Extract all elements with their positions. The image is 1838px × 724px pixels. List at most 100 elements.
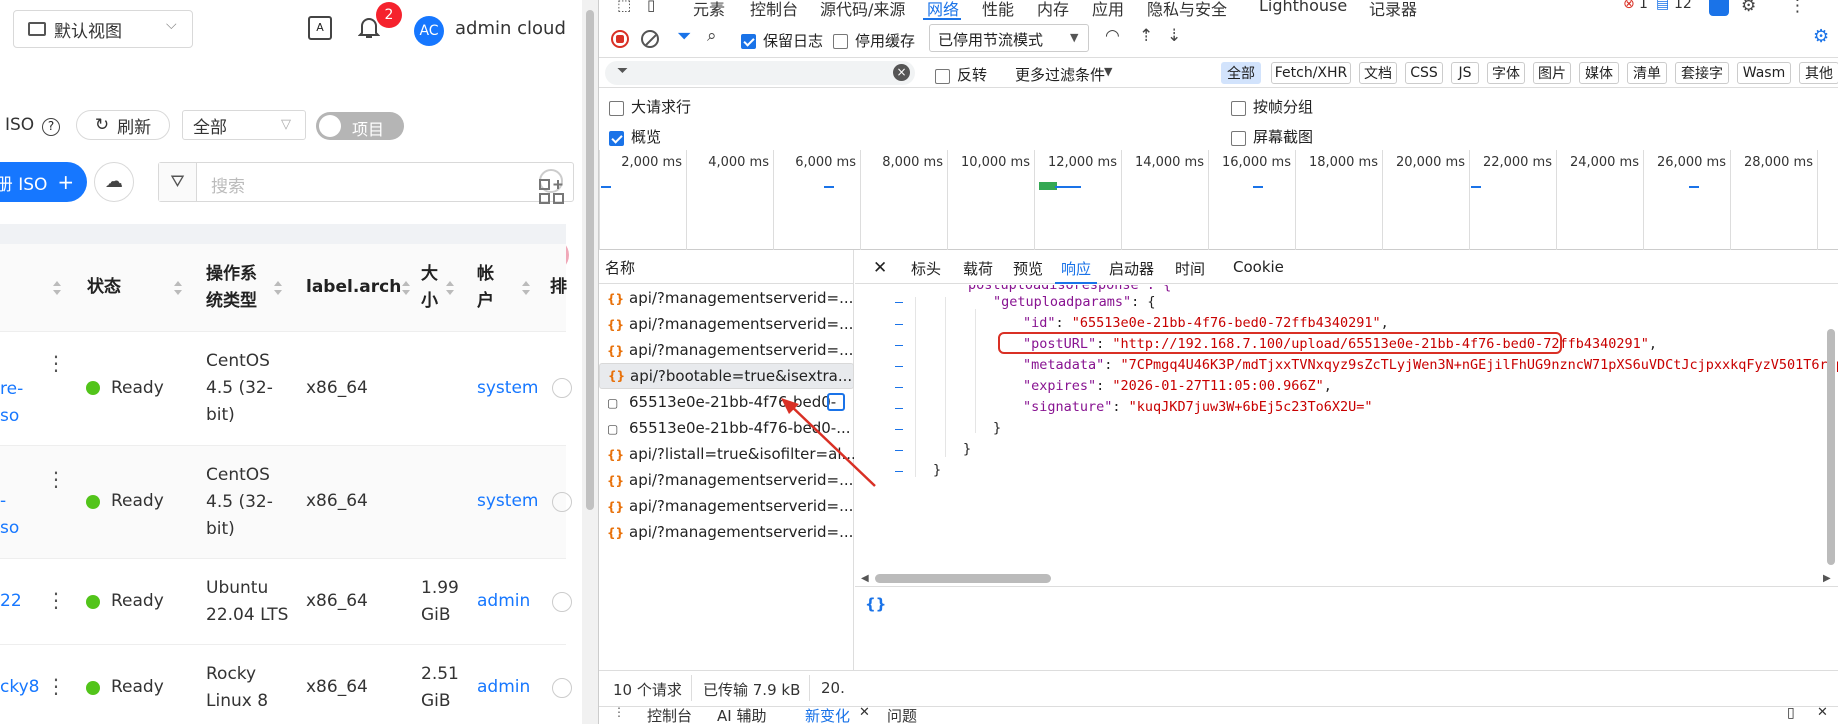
device-toolbar-icon[interactable]: ▯ [647, 0, 655, 14]
scrollbar-thumb[interactable] [875, 574, 1051, 583]
big-rows-checkbox[interactable] [609, 98, 624, 117]
upload-cloud-icon[interactable]: ☁ [94, 162, 134, 202]
scroll-left-arrow[interactable]: ◀ [861, 573, 869, 584]
page-scrollbar[interactable] [582, 0, 598, 724]
view-select[interactable]: 默认视图 ⌵ [13, 10, 193, 48]
tab-timing[interactable]: 时间 [1175, 258, 1205, 279]
account-link[interactable]: admin [477, 588, 530, 615]
network-settings-icon[interactable]: ⚙ [1813, 26, 1829, 47]
filter-funnel-icon[interactable]: ⏷ [677, 26, 691, 47]
message-icon[interactable]: ▤ [1656, 0, 1669, 12]
inspect-icon[interactable]: ⬚ [617, 0, 631, 14]
iso-name[interactable]: cky8 [0, 674, 39, 701]
tab-headers[interactable]: 标头 [911, 258, 941, 279]
filter-type-img[interactable]: 图片 [1533, 62, 1571, 84]
clear-icon[interactable] [641, 30, 659, 48]
request-row[interactable]: {} api/?managementserverid=... [599, 493, 854, 519]
name-column-header[interactable]: 名称 [599, 250, 854, 284]
row-action-ring[interactable] [552, 378, 572, 398]
invert-checkbox[interactable] [935, 66, 950, 85]
table-row[interactable]: cky8 ⋮ Ready Rocky Linux 8 x86_64 2.51 G… [0, 645, 572, 724]
timeline-overview[interactable]: 2,000 ms 4,000 ms 6,000 ms 8,000 ms 10,0… [599, 150, 1838, 250]
more-options-icon[interactable]: ⋮ [1789, 0, 1806, 16]
app-grid-icon[interactable] [538, 178, 566, 206]
tab-recorder[interactable]: 记录器 [1369, 0, 1417, 20]
close-icon[interactable]: ✕ [873, 258, 887, 278]
drawer-tab-issues[interactable]: 问题 [887, 705, 917, 724]
sort-icon[interactable] [53, 281, 61, 295]
search-icon[interactable]: ⌕ [707, 26, 717, 46]
request-row[interactable]: {} api/?managementserverid=... [599, 285, 854, 311]
iso-name[interactable]: so [0, 403, 19, 430]
more-actions-icon[interactable]: ⋮ [46, 590, 66, 610]
avatar[interactable]: AC [414, 16, 444, 46]
tab-payload[interactable]: 载荷 [963, 258, 993, 279]
help-icon[interactable]: ? [42, 118, 60, 136]
export-har-icon[interactable]: ⇣ [1167, 26, 1181, 46]
group-by-frame-checkbox[interactable] [1231, 98, 1246, 117]
iso-name[interactable]: - [0, 488, 6, 515]
preserve-log-checkbox[interactable] [741, 31, 756, 50]
refresh-button[interactable]: ↻ 刷新 [76, 110, 170, 140]
tab-response[interactable]: 响应 [1061, 258, 1091, 279]
tab-network[interactable]: 网络 [927, 0, 959, 20]
request-row[interactable]: {} api/?managementserverid=... [599, 519, 854, 545]
tab-performance[interactable]: 性能 [982, 0, 1014, 20]
screenshots-checkbox[interactable] [1231, 128, 1246, 147]
iso-name[interactable]: 22 [0, 588, 22, 615]
iso-name[interactable]: re- [0, 376, 23, 403]
tab-elements[interactable]: 元素 [693, 0, 725, 20]
throttle-select[interactable]: 已停用节流模式 ▼ [929, 24, 1089, 52]
header-arch[interactable]: label.arch [306, 274, 401, 301]
tab-lighthouse[interactable]: Lighthouse [1259, 0, 1347, 15]
error-icon[interactable]: ⊗ [1623, 0, 1635, 12]
search-box[interactable]: ⛛ 搜索 [158, 162, 574, 202]
register-iso-button[interactable]: 注册 ISO + [0, 162, 87, 202]
filter-type-js[interactable]: JS [1451, 62, 1479, 84]
sort-icon[interactable] [174, 281, 182, 295]
vertical-scrollbar[interactable] [1823, 285, 1838, 570]
drawer-tab-whats-new[interactable]: 新变化 [805, 705, 850, 724]
filter-type-other[interactable]: 其他 [1799, 62, 1838, 84]
filter-type-socket[interactable]: 套接字 [1675, 62, 1729, 84]
sort-icon[interactable] [402, 281, 410, 295]
filter-type-manifest[interactable]: 清单 [1627, 62, 1667, 84]
import-har-icon[interactable]: ⇡ [1139, 26, 1153, 46]
horizontal-scrollbar[interactable]: ◀ ▶ [855, 570, 1838, 586]
sort-icon[interactable] [274, 281, 282, 295]
more-filters-button[interactable]: 更多过滤条件 [1015, 64, 1105, 85]
dock-icon[interactable]: ▯ [1787, 705, 1795, 721]
filter-type-css[interactable]: CSS [1405, 62, 1443, 84]
close-drawer-icon[interactable]: ✕ [1817, 705, 1828, 720]
extension-icon[interactable] [1709, 0, 1729, 16]
iso-name[interactable]: so [0, 515, 19, 542]
filter-select[interactable]: 全部 ▽ [182, 110, 306, 140]
account-link[interactable]: admin [477, 674, 530, 701]
tab-application[interactable]: 应用 [1092, 0, 1124, 20]
header-size[interactable]: 大小 [421, 261, 441, 315]
more-actions-icon[interactable]: ⋮ [46, 676, 66, 696]
filter-input[interactable]: ⏷ × [605, 61, 915, 85]
filter-type-wasm[interactable]: Wasm [1737, 62, 1791, 84]
overview-checkbox[interactable] [609, 128, 624, 147]
user-name[interactable]: admin cloud [455, 18, 566, 39]
row-action-ring[interactable] [552, 678, 572, 698]
tab-preview[interactable]: 预览 [1013, 258, 1043, 279]
request-row[interactable]: {} api/?bootable=true&isextra... [599, 363, 854, 389]
sort-icon[interactable] [446, 281, 454, 295]
header-os-type[interactable]: 操作系统类型 [206, 261, 266, 315]
drawer-menu-icon[interactable]: ⋮ [613, 705, 625, 719]
table-row[interactable]: 22 ⋮ Ready Ubuntu 22.04 LTS x86_64 1.99 … [0, 559, 572, 645]
scroll-right-arrow[interactable]: ▶ [1823, 573, 1831, 584]
drawer-tab-console[interactable]: 控制台 [647, 705, 692, 724]
pretty-print-icon[interactable]: {} [865, 595, 886, 613]
filter-type-doc[interactable]: 文档 [1359, 62, 1397, 84]
row-action-ring[interactable] [552, 592, 572, 612]
tab-sources[interactable]: 源代码/来源 [820, 0, 905, 20]
header-account[interactable]: 帐户 [477, 261, 497, 315]
tab-console[interactable]: 控制台 [750, 0, 798, 20]
record-stop-icon[interactable] [611, 30, 629, 48]
scrollbar-thumb[interactable] [586, 10, 594, 510]
request-row[interactable]: {} api/?managementserverid=... [599, 311, 854, 337]
filter-icon[interactable]: ⛛ [159, 163, 197, 201]
